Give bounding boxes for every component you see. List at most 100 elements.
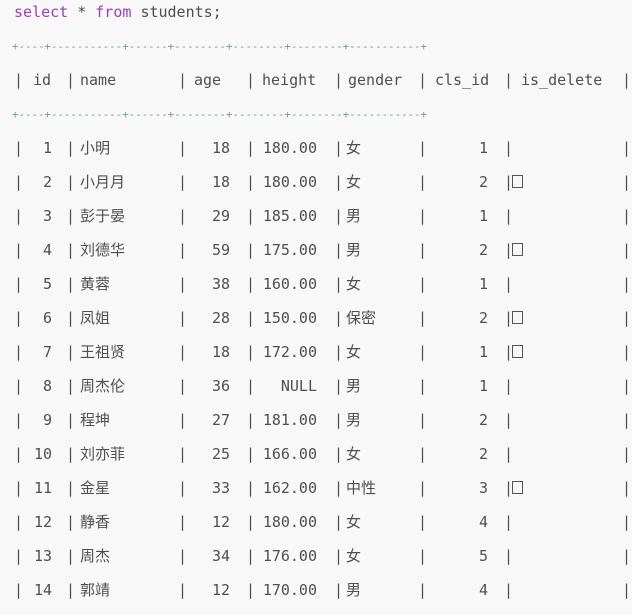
- cell-is-delete: [512, 335, 612, 369]
- cell-name: 凤姐: [80, 309, 111, 327]
- row-divider: |: [334, 445, 344, 463]
- table-border-top: +----+-----------+------+--------+------…: [0, 37, 632, 57]
- cell-age: 36: [211, 377, 230, 395]
- table-row: | | | | | | | | 10 刘亦菲 25 166.00 女 2: [0, 437, 632, 471]
- sql-console: select * from students; +----+----------…: [0, 0, 632, 615]
- missing-glyph-icon: [512, 345, 523, 358]
- cell-cls-id: 2: [478, 173, 488, 191]
- cell-is-delete: [512, 267, 612, 301]
- row-divider: |: [14, 207, 24, 225]
- row-divider: |: [418, 581, 428, 599]
- row-divider: |: [622, 377, 632, 395]
- row-divider: |: [622, 139, 632, 157]
- cell-cls-id: 4: [478, 581, 488, 599]
- row-divider: |: [334, 377, 344, 395]
- row-divider: |: [418, 547, 428, 565]
- header-divider: |: [418, 71, 428, 89]
- cell-age: 34: [211, 547, 230, 565]
- sql-query-line: select * from students;: [14, 0, 632, 24]
- row-divider: |: [66, 173, 76, 191]
- cell-cls-id: 1: [478, 343, 488, 361]
- cell-is-delete: [512, 505, 612, 539]
- cell-name: 静香: [80, 513, 111, 531]
- cell-name: 程坤: [80, 411, 111, 429]
- cell-is-delete: [512, 233, 612, 267]
- column-header-name: name: [80, 71, 117, 89]
- cell-height: 150.00: [262, 309, 317, 327]
- cell-id: 5: [42, 275, 52, 293]
- cell-gender: 女: [346, 547, 362, 565]
- cell-age: 18: [211, 343, 230, 361]
- table-row: | | | | | | | | 9 程坤 27 181.00 男 2: [0, 403, 632, 437]
- cell-gender: 男: [346, 411, 362, 429]
- row-divider: |: [66, 309, 76, 327]
- header-divider: |: [246, 71, 256, 89]
- row-divider: |: [66, 241, 76, 259]
- cell-age: 28: [211, 309, 230, 327]
- cell-id: 13: [33, 547, 52, 565]
- row-divider: |: [14, 309, 24, 327]
- cell-cls-id: 2: [478, 309, 488, 327]
- cell-height: 180.00: [262, 139, 317, 157]
- row-divider: |: [334, 275, 344, 293]
- cell-gender: 男: [346, 207, 362, 225]
- row-divider: |: [418, 411, 428, 429]
- row-divider: |: [66, 207, 76, 225]
- table-row: | | | | | | | | 6 凤姐 28 150.00 保密 2: [0, 301, 632, 335]
- row-divider: |: [14, 479, 24, 497]
- row-divider: |: [334, 207, 344, 225]
- column-header-id: id: [33, 71, 52, 89]
- row-divider: |: [418, 207, 428, 225]
- cell-name: 黄蓉: [80, 275, 111, 293]
- cell-id: 12: [33, 513, 52, 531]
- column-header-age: age: [194, 71, 222, 89]
- cell-id: 7: [42, 343, 52, 361]
- cell-is-delete: [512, 471, 612, 505]
- row-divider: |: [334, 547, 344, 565]
- cell-age: 25: [211, 445, 230, 463]
- row-divider: |: [66, 377, 76, 395]
- table-row: | | | | | | | | 1 小明 18 180.00 女 1: [0, 131, 632, 165]
- cell-is-delete: [512, 165, 612, 199]
- row-divider: |: [14, 343, 24, 361]
- cell-age: 18: [211, 173, 230, 191]
- header-divider: |: [622, 71, 632, 89]
- row-divider: |: [14, 139, 24, 157]
- row-divider: |: [334, 581, 344, 599]
- cell-is-delete: [512, 131, 612, 165]
- cell-cls-id: 1: [478, 377, 488, 395]
- cell-cls-id: 5: [478, 547, 488, 565]
- cell-id: 6: [42, 309, 52, 327]
- header-divider: |: [14, 71, 24, 89]
- cell-id: 3: [42, 207, 52, 225]
- missing-glyph-icon: [512, 175, 523, 188]
- cell-is-delete: [512, 403, 612, 437]
- cell-name: 周杰: [80, 547, 111, 565]
- row-divider: |: [622, 581, 632, 599]
- cell-name: 郭靖: [80, 581, 111, 599]
- cell-age: 33: [211, 479, 230, 497]
- table-row: | | | | | | | | 14 郭靖 12 170.00 男 4: [0, 573, 632, 607]
- cell-name: 金星: [80, 479, 111, 497]
- column-header-cls-id: cls_id: [435, 71, 490, 89]
- cell-age: 18: [211, 139, 230, 157]
- header-divider: |: [66, 71, 76, 89]
- row-divider: |: [334, 411, 344, 429]
- table-row: | | | | | | | | 4 刘德华 59 175.00 男 2: [0, 233, 632, 267]
- cell-gender: 男: [346, 241, 362, 259]
- row-divider: |: [622, 479, 632, 497]
- row-divider: |: [14, 377, 24, 395]
- row-divider: |: [334, 479, 344, 497]
- missing-glyph-icon: [512, 481, 523, 494]
- cell-cls-id: 2: [478, 411, 488, 429]
- cell-height: 175.00: [262, 241, 317, 259]
- cell-height: 170.00: [262, 581, 317, 599]
- cell-id: 11: [33, 479, 52, 497]
- cell-gender: 女: [346, 445, 362, 463]
- cell-gender: 男: [346, 581, 362, 599]
- row-divider: |: [622, 309, 632, 327]
- cell-gender: 女: [346, 275, 362, 293]
- cell-age: 29: [211, 207, 230, 225]
- row-divider: |: [334, 309, 344, 327]
- row-divider: |: [66, 581, 76, 599]
